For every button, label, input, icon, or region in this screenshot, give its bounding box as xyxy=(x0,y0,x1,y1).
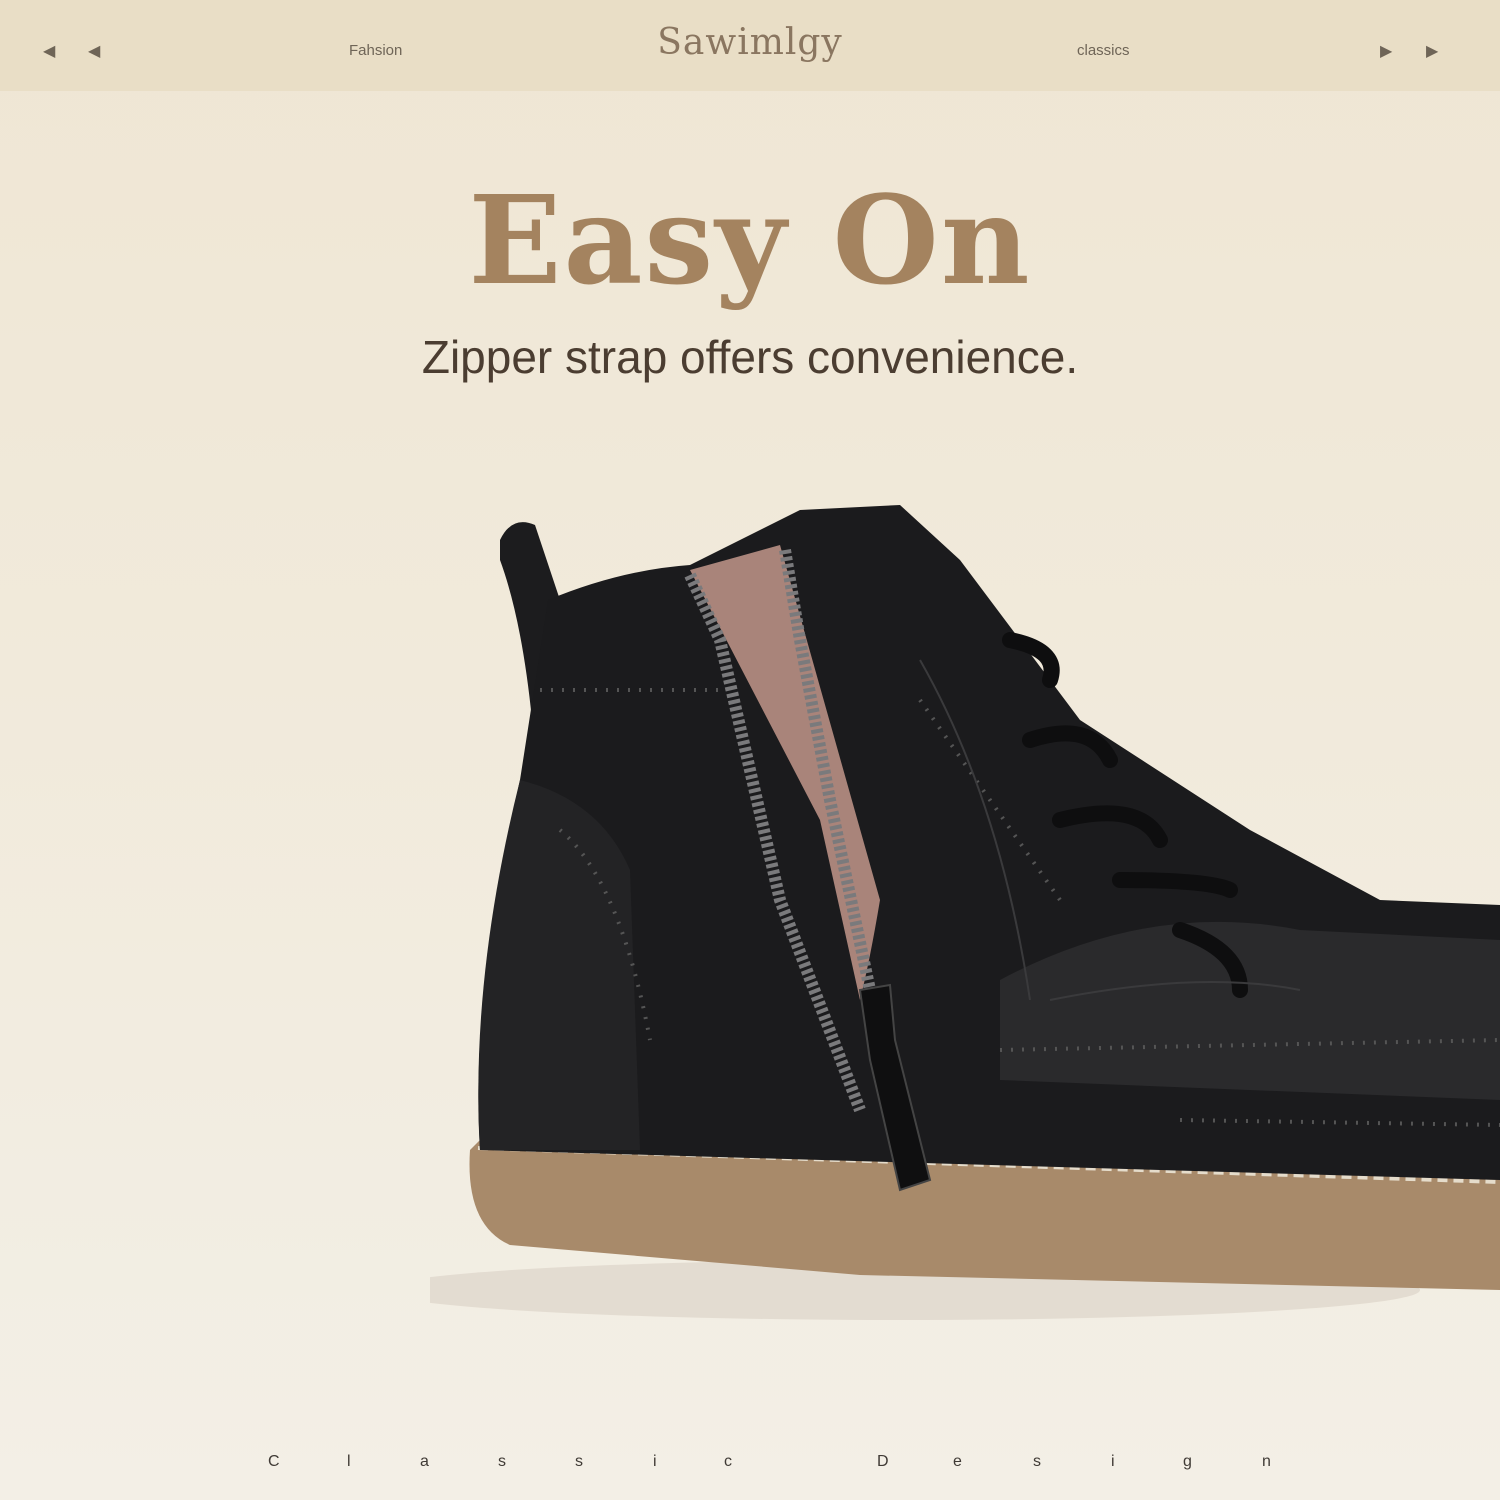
caption-letter: C xyxy=(268,1453,280,1470)
caption-letter: n xyxy=(1262,1453,1271,1470)
boot-image xyxy=(430,505,1500,1320)
caption-letter: D xyxy=(877,1453,889,1470)
page-title: Easy On xyxy=(468,168,1032,312)
caption-letter: s xyxy=(575,1453,583,1470)
caption-letter: a xyxy=(420,1453,429,1470)
next-arrow-icon[interactable]: ▶ xyxy=(1380,44,1392,60)
caption-letter: c xyxy=(724,1453,732,1470)
toe-panel xyxy=(1000,921,1500,1100)
next-arrow-icon[interactable]: ▶ xyxy=(1426,44,1438,60)
page-subtitle: Zipper strap offers convenience. xyxy=(421,331,1079,383)
brand-logo: Sawimlgy xyxy=(657,22,843,63)
caption-letter: i xyxy=(653,1453,657,1470)
header-bar: ◀ ◀ Fahsion Sawimlgy classics ▶ ▶ xyxy=(0,0,1500,91)
caption-letter: s xyxy=(1033,1453,1041,1470)
caption-letter: l xyxy=(347,1453,351,1470)
caption-letter: e xyxy=(953,1453,962,1470)
caption-letter: i xyxy=(1111,1453,1115,1470)
caption-letter: g xyxy=(1183,1453,1192,1470)
caption-letter: s xyxy=(498,1453,506,1470)
nav-link-classics[interactable]: classics xyxy=(1077,42,1130,59)
